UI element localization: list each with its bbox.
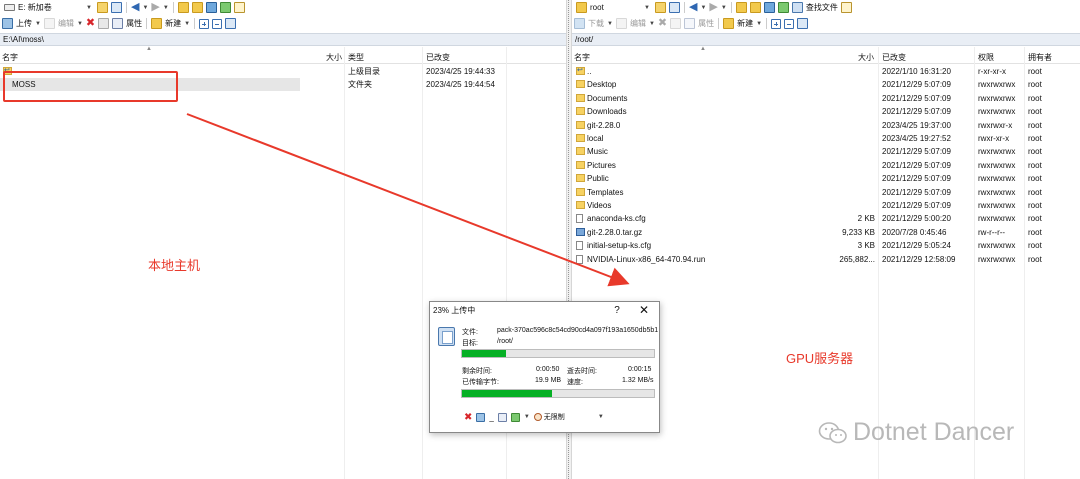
file-label: 文件:	[462, 329, 478, 336]
transferred-value: 19.9 MB	[535, 377, 562, 384]
speed-value: 1.32 MB/s	[622, 377, 654, 384]
help-button[interactable]: ?	[611, 302, 623, 319]
speed-limit-value: 无限制	[543, 414, 565, 421]
speed-limit-icon	[533, 413, 542, 421]
speed-label: 速度:	[567, 379, 583, 386]
local-host-label: 本地主机	[148, 258, 201, 273]
total-progress-bar	[461, 389, 655, 398]
queue-icon[interactable]	[497, 412, 507, 422]
target-value: /root/	[497, 338, 513, 345]
speed-limit-select[interactable]: 无限制 ▼	[533, 412, 604, 422]
watermark: Dotnet Dancer	[818, 418, 1014, 447]
file-value: pack-370ac596c8c54cd90cd4a097f193a1650db…	[497, 327, 659, 334]
remaining-label: 剩余时间:	[462, 368, 492, 375]
transferred-label: 已传输字节:	[462, 379, 499, 386]
remaining-value: 0:00:50	[536, 366, 560, 373]
watermark-text: Dotnet Dancer	[853, 418, 1015, 446]
file-progress-bar	[461, 349, 655, 358]
background-icon[interactable]	[476, 412, 486, 422]
target-label: 目标:	[462, 340, 478, 347]
total-progress-fill	[462, 390, 553, 397]
elapsed-value: 0:00:15	[628, 366, 652, 373]
arrow-line	[186, 113, 630, 287]
gpu-server-label: GPU服务器	[786, 351, 854, 366]
transfer-icon	[438, 327, 455, 346]
dialog-title: 23% 上传中	[433, 306, 476, 315]
chevron-down-icon: ▼	[597, 414, 604, 420]
dialog-toolbar: ✖ _ ▼ 无限制 ▼	[464, 411, 604, 423]
settings-icon[interactable]	[510, 412, 520, 422]
minimize-icon[interactable]: _	[489, 413, 493, 422]
cancel-icon[interactable]: ✖	[464, 412, 472, 423]
wechat-icon	[818, 421, 847, 443]
close-button[interactable]: ✕	[636, 302, 652, 319]
file-progress-fill	[462, 350, 507, 357]
settings-dropdown-icon[interactable]: ▼	[524, 414, 530, 420]
elapsed-label: 逝去时间:	[567, 368, 597, 375]
upload-progress-dialog: 23% 上传中 ? ✕ 文件: pack-370ac596c8c54cd90cd…	[429, 301, 660, 433]
